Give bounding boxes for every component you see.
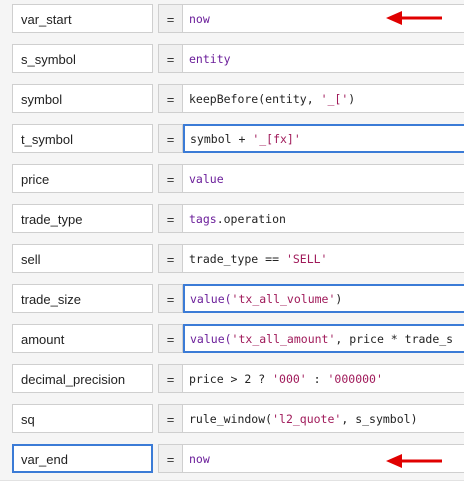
equals-sign: = xyxy=(158,404,183,433)
equals-sign: = xyxy=(158,444,183,473)
variable-row: s_symbol = entity xyxy=(0,40,464,81)
expression-token: now xyxy=(189,452,210,466)
expression-input[interactable]: tags.operation xyxy=(183,204,464,233)
variable-row: symbol = keepBefore(entity, '_[') xyxy=(0,80,464,121)
expression-token: ) xyxy=(348,92,356,106)
expression-input[interactable]: value('tx_all_volume') xyxy=(183,284,464,313)
variable-name-input[interactable]: trade_type xyxy=(12,204,153,233)
equals-sign: = xyxy=(158,204,183,233)
expression-token: ) xyxy=(335,292,343,306)
expression-token: value( xyxy=(190,292,232,306)
expression-token: symbol + xyxy=(190,132,253,146)
expression-token: '000' xyxy=(272,372,307,386)
expression-token: trade_type == xyxy=(189,252,286,266)
expression-token: 'l2_quote' xyxy=(272,412,342,426)
expression-token: '_[' xyxy=(320,92,349,106)
expression-input[interactable]: entity xyxy=(183,44,464,73)
expression-token: 'tx_all_amount' xyxy=(231,332,336,346)
variable-name-input[interactable]: trade_size xyxy=(12,284,153,313)
expression-token: tags xyxy=(189,212,217,226)
variable-name-input[interactable]: amount xyxy=(12,324,153,353)
equals-sign: = xyxy=(158,244,183,273)
variable-name-input[interactable]: t_symbol xyxy=(12,124,153,153)
expression-input[interactable]: rule_window('l2_quote', s_symbol) xyxy=(183,404,464,433)
equals-sign: = xyxy=(158,124,183,153)
variable-name-input[interactable]: sq xyxy=(12,404,153,433)
expression-input[interactable]: price > 2 ? '000' : '000000' xyxy=(183,364,464,393)
expression-token: '000000' xyxy=(327,372,383,386)
expression-input[interactable]: trade_type == 'SELL' xyxy=(183,244,464,273)
equals-sign: = xyxy=(158,44,183,73)
variable-row: price = value xyxy=(0,160,464,201)
equals-sign: = xyxy=(158,4,183,33)
variable-name-input[interactable]: decimal_precision xyxy=(12,364,153,393)
variable-name-input[interactable]: sell xyxy=(12,244,153,273)
expression-input[interactable]: value xyxy=(183,164,464,193)
variable-row: sq = rule_window('l2_quote', s_symbol) xyxy=(0,400,464,441)
variable-row: t_symbol = symbol + '_[fx]' xyxy=(0,120,464,161)
expression-input[interactable]: value('tx_all_amount', price * trade_s xyxy=(183,324,464,353)
expression-token: now xyxy=(189,12,210,26)
equals-sign: = xyxy=(158,364,183,393)
variable-name-input[interactable]: s_symbol xyxy=(12,44,153,73)
expression-input[interactable]: symbol + '_[fx]' xyxy=(183,124,464,153)
variable-name-input[interactable]: var_start xyxy=(12,4,153,33)
expression-token: 'tx_all_volume' xyxy=(231,292,336,306)
variable-row: trade_type = tags.operation xyxy=(0,200,464,241)
expression-token: , price * trade_s xyxy=(335,332,454,346)
variable-name-input[interactable]: price xyxy=(12,164,153,193)
expression-token: .operation xyxy=(216,212,286,226)
expression-token: price > 2 ? xyxy=(189,372,273,386)
expression-token: , s_symbol) xyxy=(341,412,418,426)
equals-sign: = xyxy=(158,284,183,313)
expression-input[interactable]: keepBefore(entity, '_[') xyxy=(183,84,464,113)
annotation-arrow-icon xyxy=(386,454,442,468)
expression-token: value xyxy=(189,172,224,186)
equals-sign: = xyxy=(158,84,183,113)
variable-name-input[interactable]: var_end xyxy=(12,444,153,473)
expression-token: value( xyxy=(190,332,232,346)
variable-row: trade_size = value('tx_all_volume') xyxy=(0,280,464,321)
expression-token: keepBefore(entity, xyxy=(189,92,321,106)
variable-row: decimal_precision = price > 2 ? '000' : … xyxy=(0,360,464,401)
expression-token: rule_window( xyxy=(189,412,273,426)
variable-row: amount = value('tx_all_amount', price * … xyxy=(0,320,464,361)
expression-token: '_[fx]' xyxy=(252,132,301,146)
variable-name-input[interactable]: symbol xyxy=(12,84,153,113)
expression-token: : xyxy=(306,372,328,386)
equals-sign: = xyxy=(158,164,183,193)
expression-token: 'SELL' xyxy=(285,252,328,266)
annotation-arrow-icon xyxy=(386,11,442,25)
variable-row: sell = trade_type == 'SELL' xyxy=(0,240,464,281)
expression-token: entity xyxy=(189,52,231,66)
equals-sign: = xyxy=(158,324,183,353)
